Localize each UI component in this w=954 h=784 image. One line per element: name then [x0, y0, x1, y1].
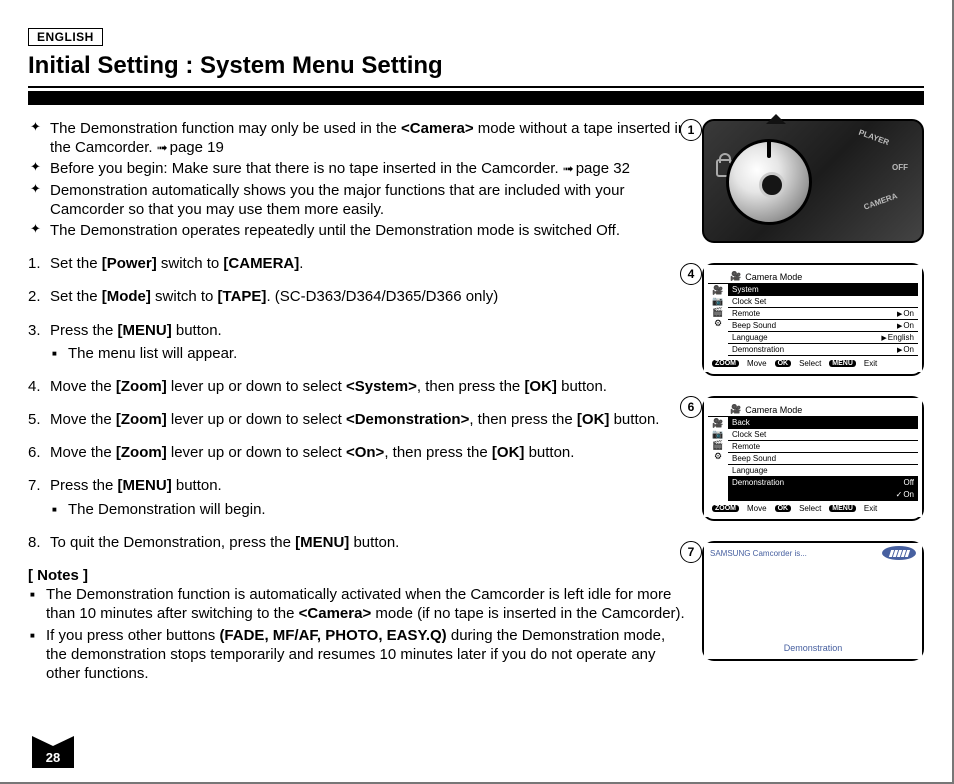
- osd-screen-demonstration: 6 🎥Camera Mode 🎥 📷 🎬 ⚙ BackClock SetRemo…: [702, 396, 924, 521]
- osd-menu-row: RemoteOn: [728, 308, 918, 320]
- step-number-badge: 1: [680, 119, 702, 141]
- osd-footer-hints: ZOOMMove OKSelect MENUExit: [708, 501, 918, 517]
- step: Press the [MENU] button. The menu list w…: [28, 321, 688, 363]
- demo-status-text: SAMSUNG Camcorder is...: [710, 549, 807, 558]
- camcorder-icon: 🎥: [730, 404, 741, 415]
- intro-item: Demonstration automatically shows you th…: [28, 181, 688, 219]
- category-icon: 🎬: [708, 308, 728, 317]
- step: Set the [Power] switch to [CAMERA].: [28, 254, 688, 273]
- note-item: If you press other buttons (FADE, MF/AF,…: [28, 626, 688, 684]
- osd-title: Camera Mode: [745, 405, 802, 415]
- step-number-badge: 7: [680, 541, 702, 563]
- power-dial: [726, 139, 812, 225]
- category-icon: 📷: [708, 297, 728, 306]
- osd-menu-list: BackClock SetRemoteBeep SoundLanguageDem…: [728, 417, 918, 501]
- osd-menu-row: LanguageEnglish: [728, 332, 918, 344]
- step: Move the [Zoom] lever up or down to sele…: [28, 410, 688, 429]
- category-icon: ⚙: [708, 452, 728, 461]
- zoom-pill: ZOOM: [712, 505, 739, 512]
- intro-item: The Demonstration function may only be u…: [28, 119, 688, 157]
- step-number-badge: 6: [680, 396, 702, 418]
- dial-label: CAMERA: [862, 191, 898, 211]
- step: To quit the Demonstration, press the [ME…: [28, 533, 688, 552]
- step: Set the [Mode] switch to [TAPE]. (SC-D36…: [28, 287, 688, 306]
- page-number-badge: 28: [32, 746, 74, 768]
- osd-screen-demo-play: 7 SAMSUNG Camcorder is... Demonstration: [702, 541, 924, 661]
- dial-pointer-icon: [766, 114, 786, 124]
- ok-pill: OK: [775, 360, 792, 367]
- osd-title: Camera Mode: [745, 272, 802, 282]
- osd-category-icons: 🎥 📷 🎬 ⚙: [708, 284, 728, 356]
- demo-caption: Demonstration: [704, 643, 922, 653]
- menu-pill: MENU: [829, 505, 856, 512]
- osd-menu-row: Clock Set: [728, 296, 918, 308]
- step-sub: The menu list will appear.: [50, 344, 688, 363]
- osd-screen-system: 4 🎥Camera Mode 🎥 📷 🎬 ⚙ SystemClock SetRe…: [702, 263, 924, 376]
- osd-menu-row: Beep Sound: [728, 453, 918, 465]
- instruction-column: The Demonstration function may only be u…: [28, 119, 688, 685]
- step: Move the [Zoom] lever up or down to sele…: [28, 443, 688, 462]
- step: Press the [MENU] button. The Demonstrati…: [28, 476, 688, 518]
- step-sub: The Demonstration will begin.: [50, 500, 688, 519]
- osd-menu-list: SystemClock SetRemoteOnBeep SoundOnLangu…: [728, 284, 918, 356]
- note-item: The Demonstration function is automatica…: [28, 585, 688, 623]
- menu-pill: MENU: [829, 360, 856, 367]
- category-icon: 🎥: [708, 419, 728, 428]
- category-icon: 🎥: [708, 286, 728, 295]
- page-title: Initial Setting : System Menu Setting: [28, 52, 924, 80]
- osd-menu-row: On: [728, 489, 918, 501]
- intro-bullet-list: The Demonstration function may only be u…: [28, 119, 688, 240]
- category-icon: 📷: [708, 430, 728, 439]
- heading-rule: [28, 86, 924, 105]
- illustration-column: 1 PLAYER OFF CAMERA 4 🎥Camera Mode 🎥: [702, 119, 924, 685]
- language-badge: ENGLISH: [28, 28, 103, 46]
- step-number-badge: 4: [680, 263, 702, 285]
- dial-label: PLAYER: [858, 128, 891, 147]
- intro-item: Before you begin: Make sure that there i…: [28, 159, 688, 178]
- osd-menu-row: Beep SoundOn: [728, 320, 918, 332]
- numbered-steps: Set the [Power] switch to [CAMERA]. Set …: [28, 254, 688, 552]
- intro-item: The Demonstration operates repeatedly un…: [28, 221, 688, 240]
- osd-category-icons: 🎥 📷 🎬 ⚙: [708, 417, 728, 501]
- category-icon: ⚙: [708, 319, 728, 328]
- step: Move the [Zoom] lever up or down to sele…: [28, 377, 688, 396]
- category-icon: 🎬: [708, 441, 728, 450]
- osd-menu-row: System: [728, 284, 918, 296]
- ok-pill: OK: [775, 505, 792, 512]
- camera-dial-illustration: 1 PLAYER OFF CAMERA: [702, 119, 924, 243]
- notes-list: The Demonstration function is automatica…: [28, 585, 688, 683]
- camcorder-icon: 🎥: [730, 271, 741, 282]
- manual-page: ENGLISH Initial Setting : System Menu Se…: [0, 0, 954, 784]
- zoom-pill: ZOOM: [712, 360, 739, 367]
- dial-label: OFF: [892, 163, 908, 172]
- samsung-logo-icon: [882, 546, 916, 560]
- osd-menu-row: Remote: [728, 441, 918, 453]
- osd-menu-row: Language: [728, 465, 918, 477]
- osd-menu-row: Clock Set: [728, 429, 918, 441]
- osd-menu-row: DemonstrationOff: [728, 477, 918, 489]
- osd-menu-row: DemonstrationOn: [728, 344, 918, 356]
- osd-menu-row: Back: [728, 417, 918, 429]
- osd-footer-hints: ZOOMMove OKSelect MENUExit: [708, 356, 918, 372]
- notes-heading: [ Notes ]: [28, 566, 688, 585]
